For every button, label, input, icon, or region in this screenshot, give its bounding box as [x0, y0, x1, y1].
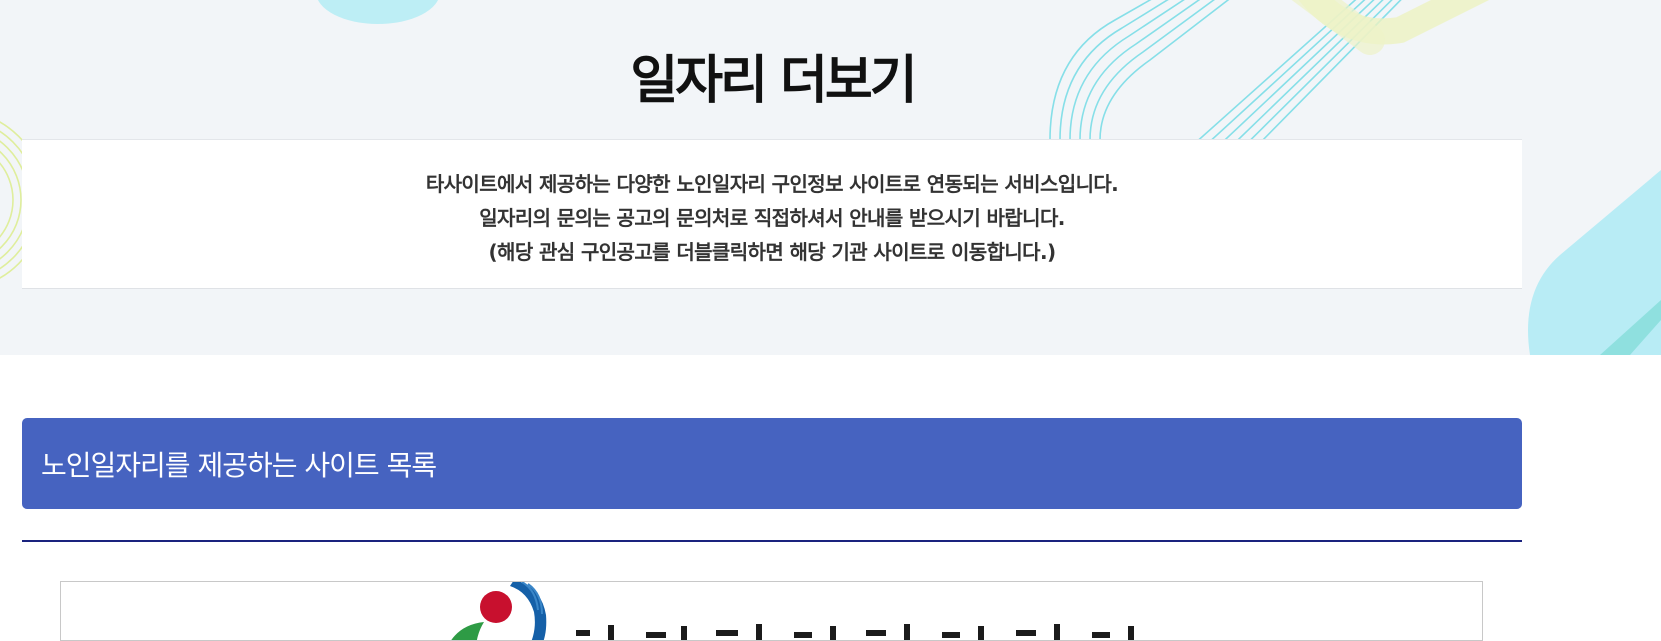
government-emblem-logo-icon — [451, 582, 1134, 640]
page-title: 일자리 더보기 — [630, 51, 917, 111]
notice-line: 일자리의 문의는 공고의 문의처로 직접하셔서 안내를 받으시기 바랍니다. — [479, 206, 1065, 230]
site-list-heading: 노인일자리를 제공하는 사이트 목록 — [41, 448, 437, 482]
hero-banner: 일자리 더보기 타사이트에서 제공하는 다양한 노인일자리 구인정보 사이트로 … — [0, 0, 1661, 355]
notice-line: (해당 관심 구인공고를 더블클릭하면 해당 기관 사이트로 이동합니다.) — [488, 240, 1056, 264]
site-list-header: 노인일자리를 제공하는 사이트 목록 — [22, 418, 1522, 509]
notice-box: 타사이트에서 제공하는 다양한 노인일자리 구인정보 사이트로 연동되는 서비스… — [22, 139, 1522, 289]
notice-line: 타사이트에서 제공하는 다양한 노인일자리 구인정보 사이트로 연동되는 서비스… — [425, 172, 1119, 196]
section-divider — [22, 540, 1522, 542]
site-card[interactable] — [60, 581, 1483, 641]
